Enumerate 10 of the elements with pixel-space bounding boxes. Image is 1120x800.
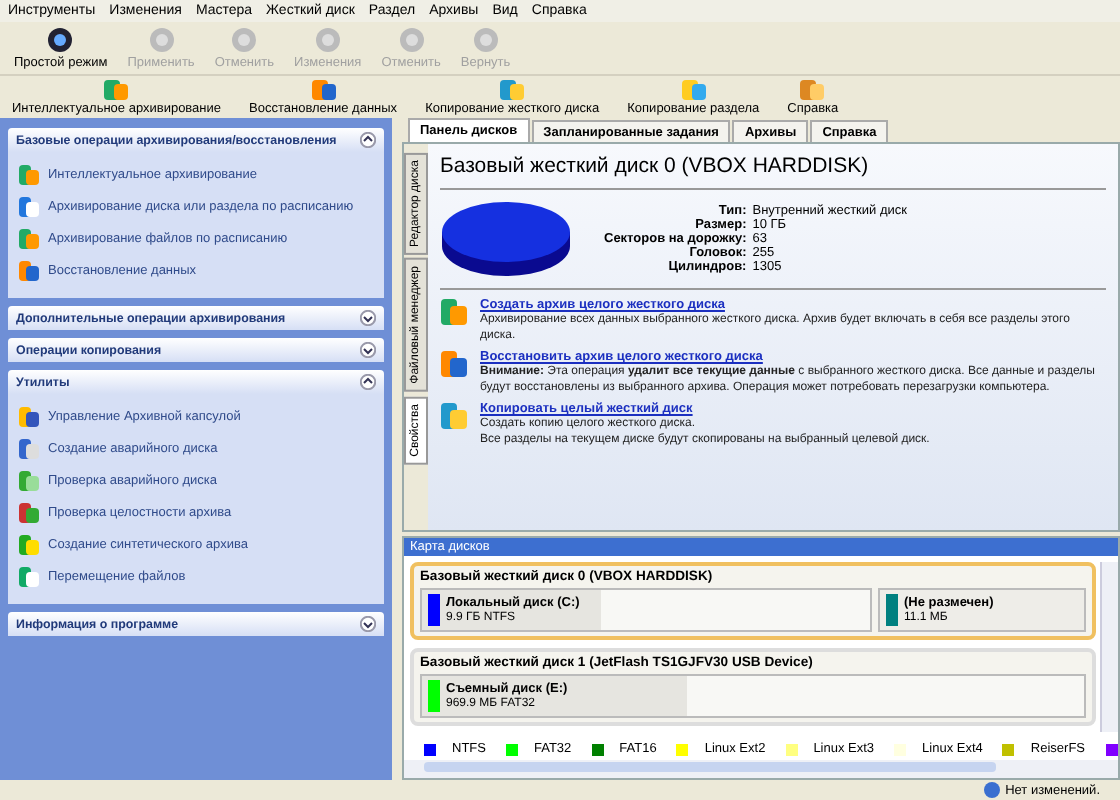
info-icon [983, 782, 1000, 798]
scrollbar[interactable] [1100, 561, 1118, 732]
chevron-icon [360, 132, 376, 148]
chevron-icon [360, 374, 376, 390]
disk-title: Базовый жесткий диск 0 (VBOX HARDDISK) [440, 150, 1106, 190]
chevron-icon [360, 342, 376, 358]
chevron-icon [360, 616, 376, 632]
chevron-icon [360, 310, 376, 326]
disk-drawing [440, 198, 572, 278]
scrollbar[interactable] [404, 760, 1118, 778]
